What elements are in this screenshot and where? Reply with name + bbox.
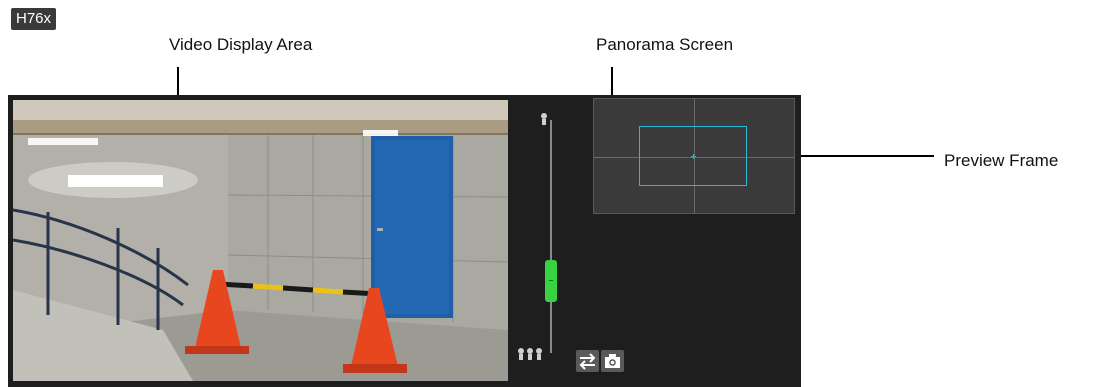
zoom-slider-grip — [549, 280, 553, 281]
preview-frame-label: Preview Frame — [944, 151, 1059, 170]
video-display-area[interactable] — [13, 100, 508, 381]
camera-image — [13, 100, 508, 381]
preview-center-marker — [693, 154, 694, 159]
panorama-screen[interactable] — [593, 98, 795, 214]
zoom-slider-thumb[interactable] — [545, 260, 557, 302]
video-display-area-label: Video Display Area — [169, 35, 313, 54]
panorama-screen-label: Panorama Screen — [596, 35, 734, 54]
video-area-leader-line — [177, 67, 179, 96]
model-badge: H76x — [11, 8, 57, 30]
zoom-tele-icon[interactable] — [539, 112, 549, 126]
swap-arrows-icon — [579, 353, 596, 370]
switch-button[interactable] — [576, 350, 599, 372]
snapshot-button[interactable] — [601, 350, 624, 372]
zoom-slider-track[interactable] — [550, 120, 552, 353]
preview-frame[interactable] — [639, 126, 747, 186]
zoom-wide-icon[interactable] — [517, 347, 543, 361]
camera-icon — [605, 354, 620, 368]
